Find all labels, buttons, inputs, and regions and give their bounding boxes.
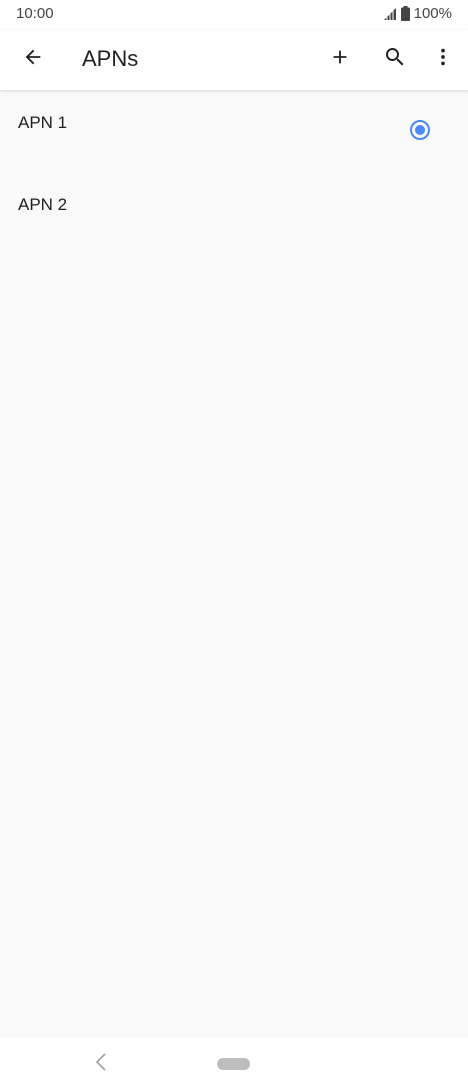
status-icons: 100% xyxy=(383,5,452,22)
apn-list: APN 1 APN 2 xyxy=(0,91,468,255)
battery-icon xyxy=(400,6,410,21)
apn-label: APN 1 xyxy=(18,113,68,132)
add-icon xyxy=(329,46,351,73)
navigation-bar xyxy=(0,1037,468,1092)
more-vert-icon xyxy=(432,46,454,73)
search-icon xyxy=(383,45,407,74)
list-item-apn-2[interactable]: APN 2 xyxy=(0,173,468,255)
apn-label: APN 2 xyxy=(18,195,68,214)
status-bar: 10:00 100% xyxy=(0,0,468,30)
home-pill-icon[interactable] xyxy=(217,1058,250,1070)
apn-radio-selected[interactable] xyxy=(410,120,430,140)
apn-settings-screen: 10:00 100% APNs APN 1 APN 2 xyxy=(0,0,468,1092)
radio-dot-icon xyxy=(415,125,425,135)
back-button[interactable] xyxy=(10,36,56,82)
nav-back-button[interactable] xyxy=(88,1051,114,1077)
more-options-button[interactable] xyxy=(420,36,466,82)
back-arrow-icon xyxy=(22,46,44,73)
page-title: APNs xyxy=(82,46,139,71)
battery-percent: 100% xyxy=(413,5,452,22)
app-bar: APNs xyxy=(0,30,468,90)
search-button[interactable] xyxy=(372,36,418,82)
signal-icon xyxy=(383,7,397,21)
list-item-apn-1[interactable]: APN 1 xyxy=(0,91,468,173)
add-apn-button[interactable] xyxy=(317,36,363,82)
nav-back-icon xyxy=(94,1052,108,1077)
status-time: 10:00 xyxy=(16,5,54,22)
